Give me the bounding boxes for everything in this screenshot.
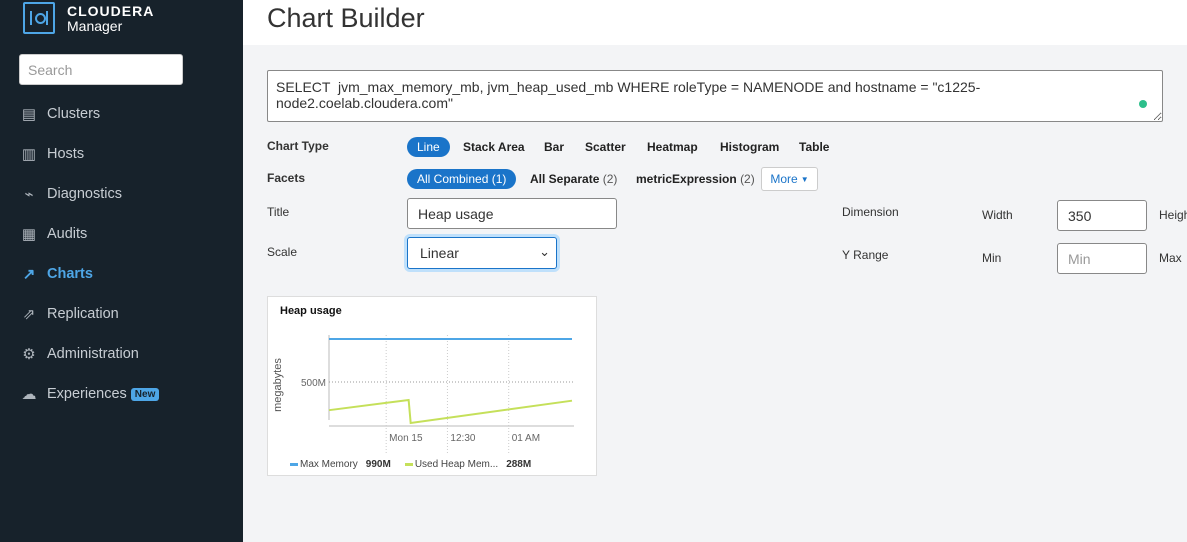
sidebar-item-clusters[interactable]: ▤ Clusters (0, 94, 243, 134)
chart-preview: Heap usage Mon 15 12:30 01 AM 500M megabytes… (267, 296, 597, 476)
hosts-icon: ▥ (21, 146, 37, 163)
facet-all-combined[interactable]: All Combined (1) (407, 169, 517, 189)
sidebar: CLOUDERA Manager ▤ Clusters ▥ Hosts ⌁ Diagn… (0, 0, 243, 542)
facet-count: (2) (602, 172, 618, 186)
sidebar-item-label: Hosts (47, 146, 85, 162)
min-label: Min (982, 251, 1002, 265)
page-title: Chart Builder (267, 3, 425, 33)
facet-all-separate[interactable]: All Separate (2) (520, 169, 627, 189)
sidebar-item-diagnostics[interactable]: ⌁ Diagnostics (0, 174, 243, 214)
facet-label: All Separate (530, 172, 600, 186)
legend-swatch (404, 463, 413, 466)
legend-label: Max Memory (300, 459, 358, 470)
legend-value: 288M (506, 459, 532, 470)
brand-name: CLOUDERA (67, 3, 155, 19)
scale-value: Linear (420, 245, 459, 261)
chart-type-table[interactable]: Table (789, 137, 839, 157)
sidebar-item-label: Administration (47, 346, 139, 362)
legend-value: 990M (365, 459, 391, 470)
sidebar-item-label: Experiences (47, 386, 127, 402)
more-button[interactable]: More ▼ (761, 167, 818, 191)
server-icon: ▤ (21, 106, 37, 123)
y-range-label: Y Range (842, 248, 889, 262)
chart-legend: Max Memory 990M Used Heap Mem... 288M (290, 459, 545, 470)
sidebar-item-label: Replication (47, 306, 119, 322)
chevron-down-icon: ⌄ (539, 244, 550, 259)
status-dot-icon (1139, 100, 1147, 108)
new-badge: New (130, 387, 160, 401)
replication-icon: ⇗ (22, 306, 36, 323)
brand-product: Manager (67, 18, 123, 34)
gear-icon: ⚙ (22, 346, 36, 363)
facet-count: (2) (740, 172, 755, 186)
chart-icon: ↗ (22, 266, 36, 283)
min-input[interactable] (1057, 243, 1147, 274)
caret-down-icon: ▼ (800, 174, 809, 184)
sidebar-item-administration[interactable]: ⚙ Administration (0, 334, 243, 374)
chart-type-stack-area[interactable]: Stack Area (453, 137, 535, 157)
sidebar-item-experiences[interactable]: ☁ Experiences New (0, 374, 243, 414)
dimension-label: Dimension (842, 205, 899, 219)
facets-label: Facets (267, 171, 306, 185)
sidebar-item-charts[interactable]: ↗ Charts (0, 254, 243, 294)
height-label: Height (1159, 208, 1187, 222)
cloud-icon: ☁ (21, 386, 37, 403)
x-tick-label: 12:30 (450, 433, 475, 444)
chart-type-heatmap[interactable]: Heatmap (637, 137, 708, 157)
facet-label: metricExpression (636, 172, 737, 186)
chart-type-bar[interactable]: Bar (534, 137, 574, 157)
scale-label: Scale (267, 245, 298, 259)
chart-type-scatter[interactable]: Scatter (575, 137, 636, 157)
sidebar-item-label: Charts (47, 266, 93, 282)
facet-count: (1) (491, 172, 507, 186)
sidebar-item-audits[interactable]: ▦ Audits (0, 214, 243, 254)
sidebar-item-label: Diagnostics (47, 186, 122, 202)
chart-type-line[interactable]: Line (407, 137, 450, 157)
width-label: Width (982, 208, 1013, 222)
facet-label: All Combined (417, 172, 489, 186)
title-label: Title (267, 205, 290, 219)
x-tick-label: Mon 15 (389, 433, 423, 444)
query-input[interactable]: SELECT jvm_max_memory_mb, jvm_heap_used_… (267, 70, 1163, 122)
audit-icon: ▦ (21, 226, 37, 243)
sidebar-item-replication[interactable]: ⇗ Replication (0, 294, 243, 334)
y-tick-label: 500M (301, 378, 326, 389)
sidebar-item-label: Clusters (47, 106, 101, 122)
diagnostics-icon: ⌁ (24, 186, 34, 203)
legend-swatch (290, 463, 298, 466)
chart-type-label: Chart Type (267, 139, 329, 153)
sidebar-item-hosts[interactable]: ▥ Hosts (0, 134, 243, 174)
x-tick-label: 01 AM (512, 433, 540, 444)
width-input[interactable] (1057, 200, 1147, 231)
more-label: More (770, 172, 798, 186)
cloudera-logo-icon[interactable] (23, 2, 55, 34)
page-header: Chart Builder (243, 0, 1187, 45)
line-chart: Mon 15 12:30 01 AM 500M megabytes (272, 335, 574, 455)
chart-type-histogram[interactable]: Histogram (710, 137, 789, 157)
y-axis-label: megabytes (272, 358, 284, 412)
title-input[interactable] (407, 198, 617, 229)
max-label: Max (1159, 251, 1182, 265)
facet-metric-expression[interactable]: metricExpression (2) (626, 169, 765, 189)
scale-select[interactable]: Linear ⌄ (407, 237, 557, 269)
sidebar-item-label: Audits (47, 226, 88, 242)
series-line (328, 398, 573, 425)
legend-label: Used Heap Mem... (414, 459, 499, 470)
search-input[interactable] (19, 54, 183, 85)
